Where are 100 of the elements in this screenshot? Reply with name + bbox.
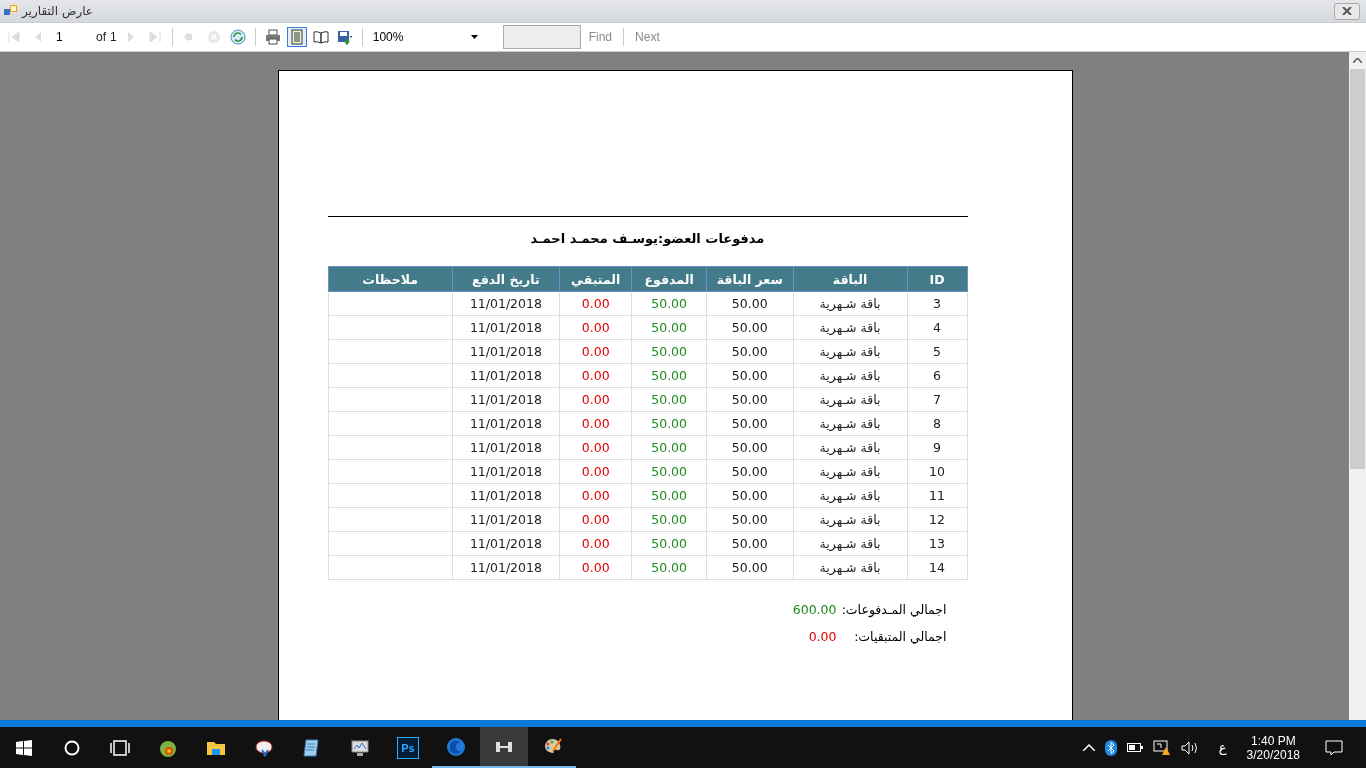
- search-icon: [64, 739, 80, 756]
- next-link[interactable]: Next: [631, 30, 664, 44]
- table-cell: 50.00: [631, 291, 707, 316]
- table-cell: 10: [907, 459, 967, 484]
- table-cell: 50.00: [631, 555, 707, 580]
- clock-time[interactable]: 1:40 PM: [1250, 733, 1296, 748]
- table-cell: 0.00: [559, 315, 632, 340]
- table-cell: 50.00: [706, 291, 794, 316]
- table-cell: 11/01/2018: [452, 411, 560, 436]
- table-cell: 50.00: [631, 339, 707, 364]
- app-icon: [4, 4, 18, 18]
- network-warning-icon: [1152, 739, 1171, 756]
- close-button[interactable]: [1334, 2, 1360, 20]
- paint-icon: [254, 737, 274, 758]
- window-title: عارض التقارير: [22, 4, 95, 18]
- first-page-icon: [6, 29, 22, 45]
- globe-icon: [446, 736, 466, 757]
- table-cell: 50.00: [706, 507, 794, 532]
- notepad-icon: [302, 737, 322, 758]
- language-indicator[interactable]: ع: [1218, 740, 1227, 755]
- table-cell: باقة شـهرية: [793, 459, 908, 484]
- table-cell: 11/01/2018: [452, 315, 560, 340]
- table-cell: 50.00: [706, 363, 794, 388]
- close-icon: [1342, 7, 1352, 15]
- last-page-icon: [146, 29, 163, 45]
- table-cell: 11/01/2018: [452, 435, 560, 460]
- table-cell: 50.00: [631, 387, 707, 412]
- page-count: 1: [110, 30, 117, 44]
- table-cell: 14: [907, 555, 967, 580]
- table-cell: 11/01/2018: [452, 387, 560, 412]
- table-cell: 0.00: [559, 555, 632, 580]
- table-cell: 7: [907, 387, 967, 412]
- table-cell: 50.00: [706, 315, 794, 340]
- battery-icon: [1126, 743, 1143, 752]
- save-disk-icon: [336, 29, 353, 45]
- table-cell: 11: [907, 483, 967, 508]
- windows-icon: [16, 739, 32, 756]
- printer-icon: [264, 29, 281, 45]
- table-cell: 11/01/2018: [452, 339, 560, 364]
- bluetooth-icon: [1104, 739, 1117, 756]
- table-cell: 5: [907, 339, 967, 364]
- task-view-icon: [110, 739, 130, 756]
- stop-icon: [205, 29, 222, 45]
- table-cell: 0.00: [559, 507, 632, 532]
- table-cell: 50.00: [631, 459, 707, 484]
- find-field[interactable]: [502, 25, 581, 49]
- notification-icon: [1325, 739, 1343, 756]
- table-cell: 9: [907, 435, 967, 460]
- table-cell: باقة شـهرية: [793, 363, 908, 388]
- column-header: سعر الباقة: [706, 266, 794, 292]
- table-cell: باقة شـهرية: [793, 555, 908, 580]
- scrollbar[interactable]: [1349, 52, 1366, 720]
- zoom-dropdown[interactable]: 100%: [369, 30, 481, 44]
- table-cell: 4: [907, 315, 967, 340]
- page-layout-button[interactable]: [286, 27, 307, 47]
- column-header: ID: [907, 266, 967, 292]
- table-cell: 50.00: [631, 363, 707, 388]
- refresh-icon: [229, 29, 246, 45]
- table-cell: باقة شـهرية: [793, 411, 908, 436]
- total-value: 0.00: [808, 629, 837, 644]
- taskbar-app[interactable]: Ps: [384, 727, 432, 768]
- table-cell: 50.00: [631, 435, 707, 460]
- table-cell: باقة شـهرية: [793, 315, 908, 340]
- table-cell: 11/01/2018: [452, 459, 560, 484]
- table-cell: 50.00: [706, 555, 794, 580]
- table-cell: 50.00: [706, 411, 794, 436]
- column-header: المتبقي: [559, 266, 632, 292]
- page-of-label: of: [96, 30, 106, 44]
- table-cell: 50.00: [706, 339, 794, 364]
- table-cell: 50.00: [706, 387, 794, 412]
- refresh-button[interactable]: [227, 27, 248, 47]
- taskbar-app[interactable]: [480, 727, 528, 768]
- table-cell: 12: [907, 507, 967, 532]
- find-link[interactable]: Find: [584, 30, 617, 44]
- clock-date[interactable]: 3/20/2018: [1246, 747, 1300, 762]
- table-cell: 0.00: [559, 435, 632, 460]
- table-cell: 13: [907, 531, 967, 556]
- table-cell: 11/01/2018: [452, 483, 560, 508]
- table-cell: 50.00: [706, 459, 794, 484]
- table-cell: 11/01/2018: [452, 363, 560, 388]
- column-header: تاريخ الدفع: [452, 266, 560, 292]
- book-icon: [312, 29, 329, 45]
- photoshop-icon: Ps: [397, 736, 419, 759]
- table-cell: 0.00: [559, 531, 632, 556]
- table-cell: باقة شـهرية: [793, 483, 908, 508]
- table-cell: 11/01/2018: [452, 555, 560, 580]
- report-title: مدفوعات العضو:يوسـف محمـد احمـد: [529, 231, 766, 246]
- table-cell: 0.00: [559, 291, 632, 316]
- volume-icon: [1180, 740, 1199, 755]
- total-label: اجمالي المتبقيات:: [853, 629, 947, 644]
- scroll-up-icon[interactable]: [1353, 58, 1362, 63]
- table-cell: 50.00: [631, 507, 707, 532]
- table-cell: 50.00: [706, 483, 794, 508]
- table-cell: 0.00: [559, 387, 632, 412]
- table-cell: 0.00: [559, 459, 632, 484]
- table-cell: 50.00: [706, 531, 794, 556]
- monitor-icon: [350, 737, 370, 758]
- table-cell: 0.00: [559, 483, 632, 508]
- table-cell: 50.00: [631, 411, 707, 436]
- table-cell: 11/01/2018: [452, 507, 560, 532]
